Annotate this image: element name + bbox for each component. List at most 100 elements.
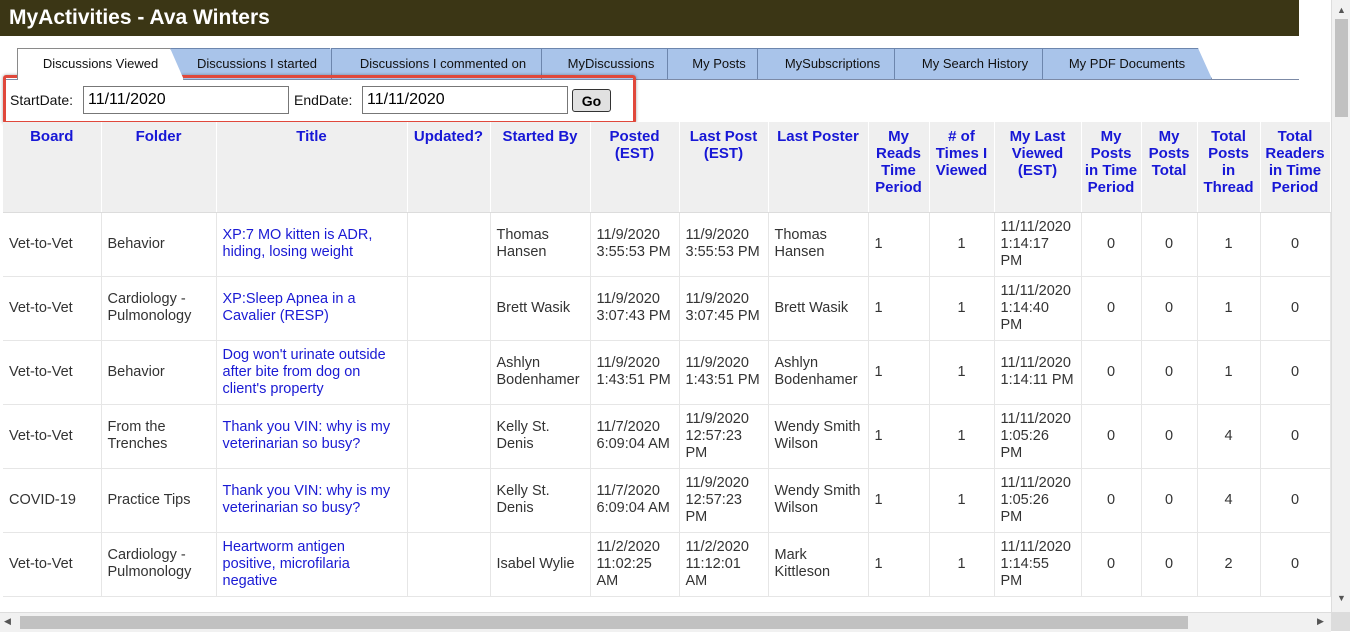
cell-title: Thank you VIN: why is my veterinarian so… — [216, 404, 408, 469]
cell-started-by: Isabel Wylie — [490, 532, 591, 597]
cell-last-poster: Thomas Hansen — [768, 212, 869, 277]
cell-times-viewed: 1 — [929, 468, 995, 533]
cell-folder: Behavior — [101, 340, 217, 405]
tab-my-search-history[interactable]: My Search History — [894, 48, 1056, 79]
cell-started-by: Brett Wasik — [490, 276, 591, 341]
cell-last-poster: Ashlyn Bodenhamer — [768, 340, 869, 405]
horizontal-scrollbar[interactable]: ◀ ▶ — [0, 612, 1331, 632]
cell-times-viewed: 1 — [929, 276, 995, 341]
vertical-scroll-thumb[interactable] — [1335, 19, 1348, 117]
thread-title-link[interactable]: Heartworm antigen positive, microfilaria… — [223, 539, 350, 589]
table-row: Vet-to-Vet From the Trenches Thank you VIN… — [3, 404, 1331, 469]
col-folder[interactable]: Folder — [101, 122, 217, 213]
cell-last-post: 11/9/2020 3:07:45 PM — [679, 276, 769, 341]
col-title[interactable]: Title — [216, 122, 408, 213]
thread-title-link[interactable]: Thank you VIN: why is my veterinarian so… — [223, 419, 391, 452]
end-date-label: EndDate: — [294, 92, 353, 108]
scroll-up-icon[interactable]: ▲ — [1337, 5, 1346, 15]
cell-total-posts: 4 — [1197, 468, 1261, 533]
col-my-posts-total[interactable]: My Posts Total — [1141, 122, 1198, 213]
cell-started-by: Ashlyn Bodenhamer — [490, 340, 591, 405]
cell-folder: Cardiology - Pulmonology — [101, 532, 217, 597]
cell-last-post: 11/2/2020 11:12:01 AM — [679, 532, 769, 597]
cell-folder: From the Trenches — [101, 404, 217, 469]
col-times-viewed[interactable]: # of Times I Viewed — [929, 122, 995, 213]
cell-posted: 11/9/2020 3:07:43 PM — [590, 276, 680, 341]
cell-total-posts: 1 — [1197, 212, 1261, 277]
cell-board: Vet-to-Vet — [3, 340, 102, 405]
start-date-label: StartDate: — [10, 92, 74, 108]
cell-my-posts-period: 0 — [1081, 340, 1142, 405]
cell-board: Vet-to-Vet — [3, 532, 102, 597]
tab-my-posts[interactable]: My Posts — [667, 48, 771, 79]
col-total-readers[interactable]: Total Readers in Time Period — [1260, 122, 1331, 213]
cell-times-viewed: 1 — [929, 532, 995, 597]
tab-discussions-viewed[interactable]: Discussions Viewed — [17, 48, 184, 80]
cell-started-by: Thomas Hansen — [490, 212, 591, 277]
col-total-posts[interactable]: Total Posts in Thread — [1197, 122, 1261, 213]
cell-my-reads: 1 — [868, 468, 930, 533]
cell-last-post: 11/9/2020 12:57:23 PM — [679, 468, 769, 533]
cell-title: XP:Sleep Apnea in a Cavalier (RESP) — [216, 276, 408, 341]
col-my-reads[interactable]: My Reads Time Period — [868, 122, 930, 213]
cell-title: Dog won't urinate outside after bite fro… — [216, 340, 408, 405]
cell-times-viewed: 1 — [929, 404, 995, 469]
cell-posted: 11/7/2020 6:09:04 AM — [590, 404, 680, 469]
cell-updated — [407, 212, 491, 277]
cell-my-posts-period: 0 — [1081, 276, 1142, 341]
table-row: Vet-to-Vet Behavior Dog won't urinate outs… — [3, 340, 1331, 405]
go-button[interactable]: Go — [572, 89, 611, 112]
cell-last-poster: Wendy Smith Wilson — [768, 404, 869, 469]
cell-folder: Practice Tips — [101, 468, 217, 533]
col-board[interactable]: Board — [3, 122, 102, 213]
cell-updated — [407, 340, 491, 405]
cell-my-last-viewed: 11/11/2020 1:05:26 PM — [994, 404, 1082, 469]
thread-title-link[interactable]: Dog won't urinate outside after bite fro… — [223, 347, 386, 397]
table-header-row: Board Folder Title Updated? Started By P… — [3, 122, 1331, 213]
thread-title-link[interactable]: Thank you VIN: why is my veterinarian so… — [223, 483, 391, 516]
thread-title-link[interactable]: XP:Sleep Apnea in a Cavalier (RESP) — [223, 291, 356, 324]
cell-total-readers: 0 — [1260, 532, 1331, 597]
col-my-last-viewed[interactable]: My Last Viewed (EST) — [994, 122, 1082, 213]
cell-total-posts: 1 — [1197, 276, 1261, 341]
col-last-post[interactable]: Last Post (EST) — [679, 122, 769, 213]
cell-my-last-viewed: 11/11/2020 1:14:11 PM — [994, 340, 1082, 405]
cell-my-posts-total: 0 — [1141, 212, 1198, 277]
col-my-posts-period[interactable]: My Posts in Time Period — [1081, 122, 1142, 213]
cell-my-last-viewed: 11/11/2020 1:14:55 PM — [994, 532, 1082, 597]
table-row: Vet-to-Vet Cardiology - Pulmonology Heartw… — [3, 532, 1331, 597]
end-date-input[interactable] — [362, 86, 568, 114]
col-last-poster[interactable]: Last Poster — [768, 122, 869, 213]
cell-title: XP:7 MO kitten is ADR, hiding, losing we… — [216, 212, 408, 277]
col-started-by[interactable]: Started By — [490, 122, 591, 213]
cell-my-posts-total: 0 — [1141, 404, 1198, 469]
cell-folder: Behavior — [101, 212, 217, 277]
tab-my-pdf-documents[interactable]: My PDF Documents — [1042, 48, 1212, 79]
cell-title: Thank you VIN: why is my veterinarian so… — [216, 468, 408, 533]
thread-title-link[interactable]: XP:7 MO kitten is ADR, hiding, losing we… — [223, 227, 373, 260]
cell-times-viewed: 1 — [929, 212, 995, 277]
cell-posted: 11/9/2020 3:55:53 PM — [590, 212, 680, 277]
tab-mysubscriptions[interactable]: MySubscriptions — [757, 48, 908, 79]
start-date-input[interactable] — [83, 86, 289, 114]
cell-my-posts-total: 0 — [1141, 532, 1198, 597]
cell-my-last-viewed: 11/11/2020 1:05:26 PM — [994, 468, 1082, 533]
cell-board: Vet-to-Vet — [3, 404, 102, 469]
cell-my-reads: 1 — [868, 276, 930, 341]
cell-last-post: 11/9/2020 3:55:53 PM — [679, 212, 769, 277]
cell-my-reads: 1 — [868, 532, 930, 597]
date-filter: StartDate: EndDate: Go — [0, 75, 640, 124]
cell-my-posts-total: 0 — [1141, 340, 1198, 405]
scroll-down-icon[interactable]: ▼ — [1337, 593, 1346, 603]
horizontal-scroll-thumb[interactable] — [20, 616, 1188, 629]
scroll-left-icon[interactable]: ◀ — [4, 616, 11, 627]
col-posted[interactable]: Posted (EST) — [590, 122, 680, 213]
cell-posted: 11/9/2020 1:43:51 PM — [590, 340, 680, 405]
cell-folder: Cardiology - Pulmonology — [101, 276, 217, 341]
scroll-right-icon[interactable]: ▶ — [1317, 616, 1324, 627]
table-row: COVID-19 Practice Tips Thank you VIN: why … — [3, 468, 1331, 533]
cell-total-posts: 1 — [1197, 340, 1261, 405]
cell-started-by: Kelly St. Denis — [490, 404, 591, 469]
vertical-scrollbar[interactable]: ▲ ▼ — [1331, 0, 1350, 612]
col-updated[interactable]: Updated? — [407, 122, 491, 213]
